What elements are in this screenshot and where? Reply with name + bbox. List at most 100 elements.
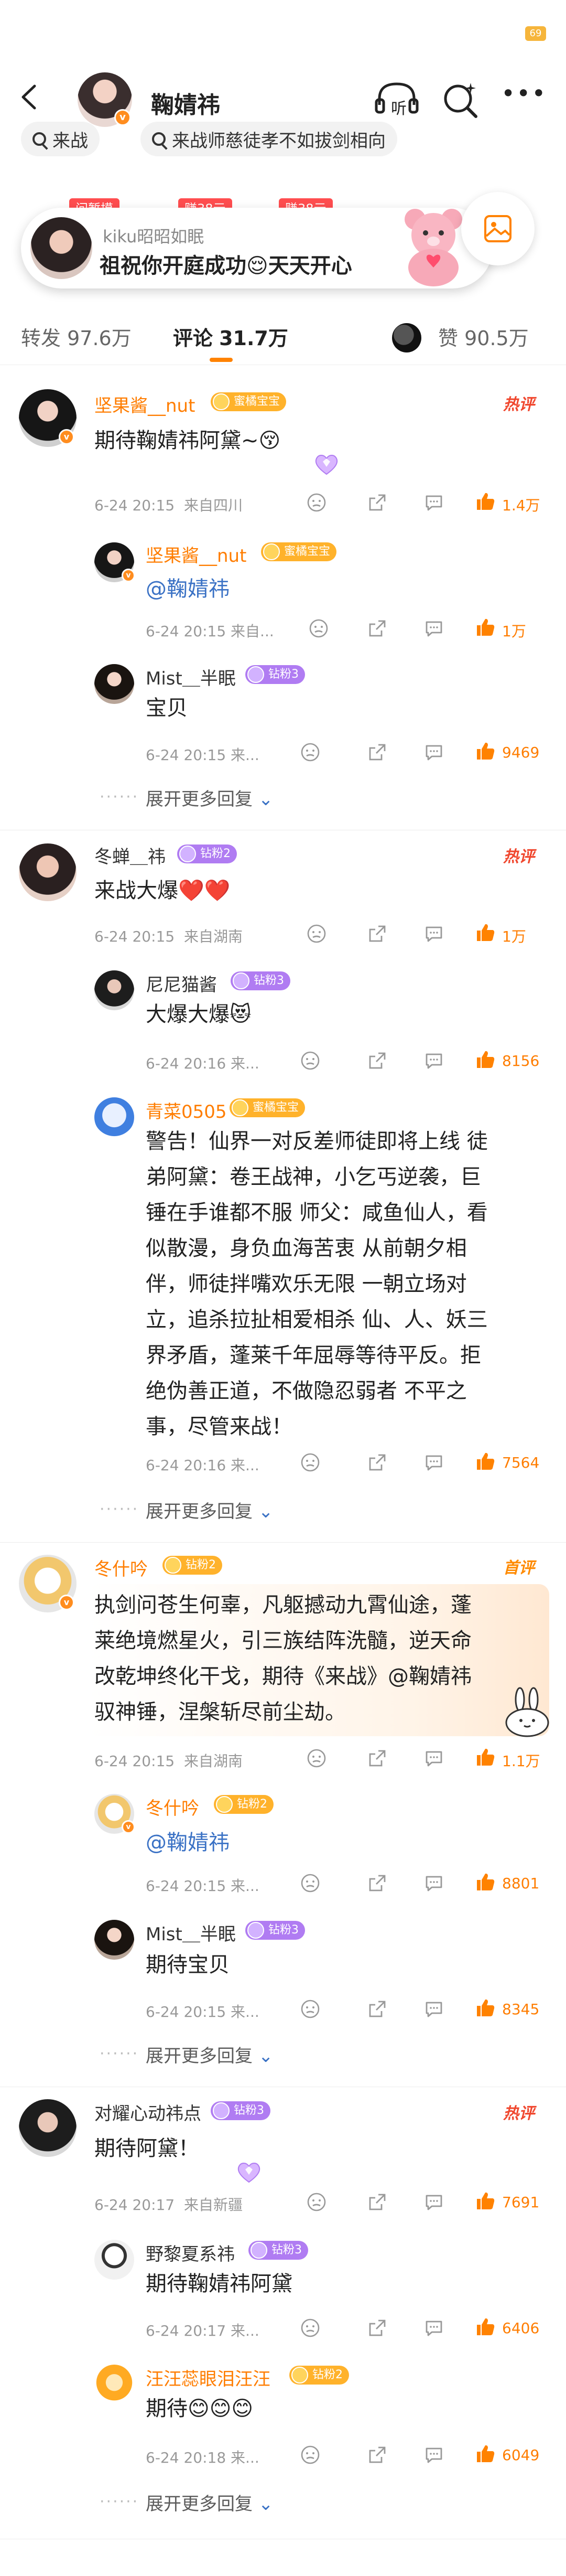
avatar[interactable] (19, 843, 77, 901)
comment-text[interactable]: 期待阿黛！ (94, 2133, 199, 2164)
save-image-button[interactable] (461, 192, 535, 265)
like-icon[interactable] (475, 2316, 496, 2337)
share-icon[interactable] (367, 1452, 388, 1473)
reply-text[interactable]: @鞠婧祎 (146, 572, 230, 602)
emoji-reaction-icon[interactable] (300, 1873, 321, 1894)
share-icon[interactable] (367, 1998, 388, 2019)
emoji-reaction-icon[interactable] (306, 492, 327, 513)
reply-icon[interactable] (423, 1873, 444, 1894)
reply-username[interactable]: 野黎夏系祎 (146, 2240, 235, 2265)
reply-username[interactable]: 汪汪蕊眼泪汪汪 (146, 2365, 270, 2390)
comment-username[interactable]: 冬蝉＿祎 (94, 842, 166, 868)
reply-username[interactable]: Mist＿半眠 (146, 1920, 236, 1946)
reply-text[interactable]: 宝贝 (146, 692, 188, 724)
emoji-reaction-icon[interactable] (306, 923, 327, 944)
reply-icon[interactable] (423, 1452, 444, 1473)
comment-username[interactable]: 坚果酱__nut (94, 391, 195, 417)
reply-icon[interactable] (423, 2317, 444, 2338)
emoji-reaction-icon[interactable] (300, 2444, 321, 2465)
expand-replies-link[interactable]: 展开更多回复 ⌄ (146, 2489, 273, 2515)
reply-text[interactable]: 期待😊😊😊 (146, 2393, 253, 2424)
avatar[interactable] (94, 1920, 134, 1960)
tab-likes[interactable]: 赞 90.5万 (438, 322, 529, 351)
avatar[interactable] (94, 1097, 134, 1137)
teddy-bear-icon (405, 209, 462, 286)
share-icon[interactable] (367, 492, 388, 513)
avatar[interactable] (94, 970, 134, 1010)
share-icon[interactable] (367, 618, 388, 639)
emoji-reaction-icon[interactable] (300, 1452, 321, 1473)
share-icon[interactable] (367, 2444, 388, 2465)
reply-icon[interactable] (423, 1998, 444, 2019)
reply-username[interactable]: 冬什吟 (146, 1794, 199, 1820)
comment-username[interactable]: 冬什吟 (94, 1555, 148, 1580)
tab-repost[interactable]: 转发 97.6万 (21, 322, 132, 351)
emoji-reaction-icon[interactable] (306, 2192, 327, 2212)
share-icon[interactable] (367, 1873, 388, 1894)
reply-username[interactable]: 尼尼猫酱 (146, 970, 217, 996)
reply-icon[interactable] (423, 923, 444, 944)
time-text: 6-24 20:15 (94, 928, 175, 945)
like-icon[interactable] (475, 1049, 496, 1070)
reply-icon[interactable] (423, 1050, 444, 1071)
share-icon[interactable] (367, 2192, 388, 2212)
search-chip[interactable]: 来战师慈徒孝不如拔剑相向 (140, 122, 397, 156)
reply-text[interactable]: 期待鞠婧祎阿黛 (146, 2268, 292, 2300)
reply-icon[interactable] (423, 618, 444, 639)
banner-username: kiku昭昭如眠 (103, 227, 204, 247)
back-arrow-icon[interactable] (19, 84, 40, 110)
emoji-reaction-icon[interactable] (306, 1748, 327, 1769)
profile-name[interactable]: 鞠婧祎 (151, 86, 220, 120)
like-icon[interactable] (475, 2190, 496, 2211)
like-icon[interactable] (475, 922, 496, 943)
emoji-reaction-icon[interactable] (300, 1050, 321, 1071)
emoji-reaction-icon[interactable] (308, 618, 329, 639)
location-text: 来自新疆 (183, 2196, 243, 2214)
reply-icon[interactable] (423, 2444, 444, 2465)
reply-text[interactable]: 期待宝贝 (146, 1949, 230, 1981)
share-icon[interactable] (367, 742, 388, 763)
comment-username[interactable]: 对耀心动祎点 (94, 2099, 201, 2125)
like-icon[interactable] (475, 1747, 496, 1768)
reply-text[interactable]: @鞠婧祎 (146, 1825, 230, 1856)
tab-comment[interactable]: 评论 31.7万 (173, 322, 288, 351)
more-options-icon[interactable]: ••• (501, 81, 546, 109)
avatar[interactable] (94, 2365, 134, 2404)
like-icon[interactable] (475, 617, 496, 638)
share-icon[interactable] (367, 2317, 388, 2338)
share-icon[interactable] (367, 1050, 388, 1071)
emoji-reaction-icon[interactable] (300, 742, 321, 763)
like-icon[interactable] (475, 2443, 496, 2464)
reply-icon[interactable] (423, 742, 444, 763)
expand-replies-link[interactable]: 展开更多回复 ⌄ (146, 1497, 273, 1523)
like-icon[interactable] (475, 741, 496, 762)
like-icon[interactable] (475, 1872, 496, 1893)
comment-text[interactable]: 期待鞠婧祎阿黛~😚 (94, 425, 280, 456)
comment-text[interactable]: 来战大爆❤️❤️ (94, 875, 231, 906)
share-icon[interactable] (367, 923, 388, 944)
reply-username[interactable]: Mist＿半眠 (146, 664, 236, 690)
emoji-reaction-icon[interactable] (300, 1998, 321, 2019)
expand-replies-link[interactable]: 展开更多回复 ⌄ (146, 785, 273, 810)
listen-label[interactable]: 听 (391, 95, 407, 119)
reply-icon[interactable] (423, 2192, 444, 2212)
reply-icon[interactable] (423, 492, 444, 513)
search-icon[interactable] (441, 81, 480, 120)
like-icon[interactable] (475, 1997, 496, 2018)
fan-badge-label: 钻粉2 (200, 847, 231, 860)
reply-username[interactable]: 坚果酱__nut (146, 541, 246, 567)
banner-card[interactable]: kiku昭昭如眠 祖祝你开庭成功😌天天开心 (21, 208, 493, 288)
search-chip[interactable]: 来战 (21, 122, 100, 156)
first-comment-tag: 首评 (503, 1559, 535, 1577)
avatar[interactable] (94, 2240, 134, 2280)
reply-text[interactable]: 大爆大爆😻 (146, 999, 252, 1030)
emoji-reaction-icon[interactable] (300, 2317, 321, 2338)
share-icon[interactable] (367, 1748, 388, 1769)
reply-username[interactable]: 青菜0505 (146, 1097, 227, 1123)
like-icon[interactable] (475, 491, 496, 512)
like-icon[interactable] (475, 1451, 496, 1472)
avatar[interactable] (94, 664, 134, 704)
reply-icon[interactable] (423, 1748, 444, 1769)
expand-replies-link[interactable]: 展开更多回复 ⌄ (146, 2041, 273, 2067)
avatar[interactable] (19, 2099, 77, 2157)
